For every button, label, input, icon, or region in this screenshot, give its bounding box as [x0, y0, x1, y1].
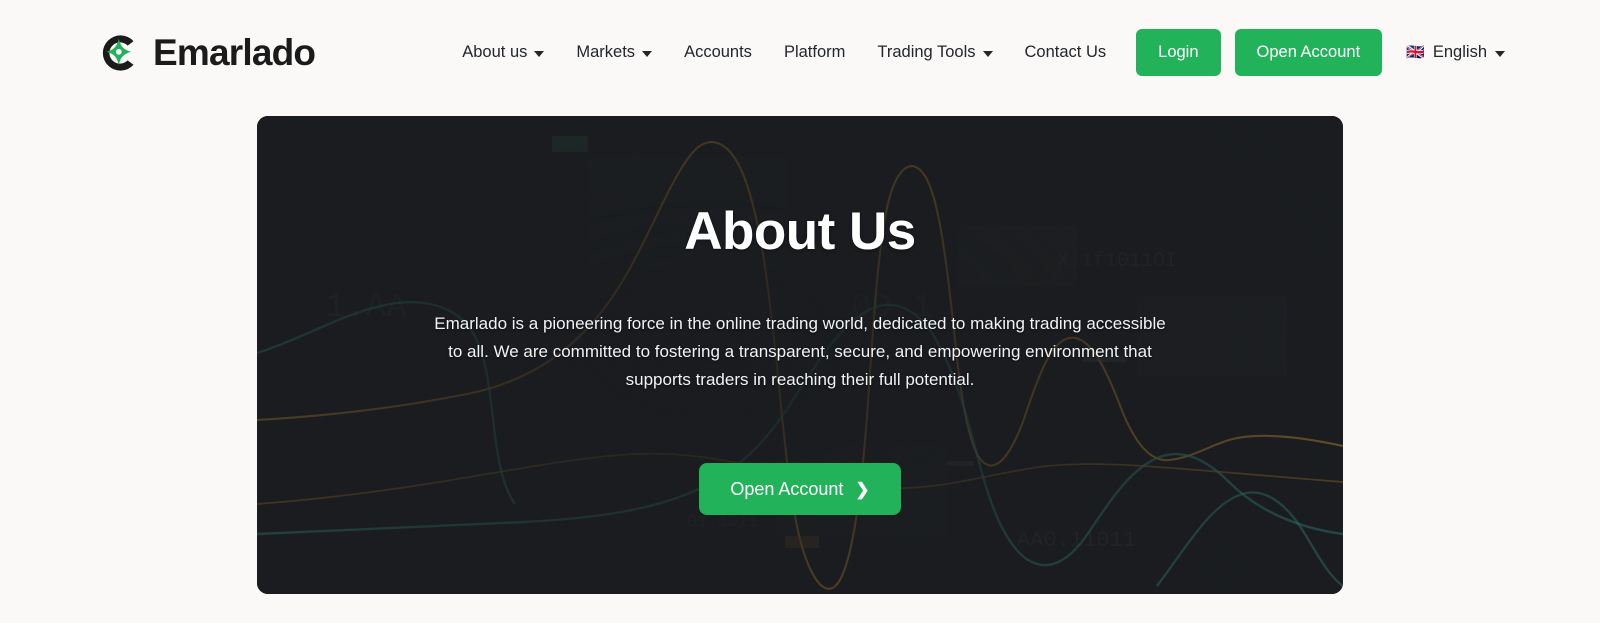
uk-flag-icon: 🇬🇧	[1406, 44, 1425, 61]
nav-item-label: About us	[462, 43, 528, 61]
chevron-down-icon	[534, 50, 545, 57]
open-account-button[interactable]: Open Account	[1234, 29, 1383, 76]
chevron-right-icon: ❯	[855, 479, 870, 499]
hero-content: About Us Emarlado is a pioneering force …	[257, 116, 1343, 594]
chevron-down-icon	[642, 50, 653, 57]
nav-item-label: Platform	[783, 43, 846, 61]
nav-item-platform[interactable]: Platform	[768, 31, 861, 75]
nav-item-markets[interactable]: Markets	[560, 31, 668, 75]
nav-item-accounts[interactable]: Accounts	[668, 31, 768, 75]
site-header: Emarlado About us Markets Accounts Platf…	[0, 0, 1600, 105]
hero-description: Emarlado is a pioneering force in the on…	[434, 314, 1166, 389]
nav-item-label: Trading Tools	[877, 43, 976, 61]
nav-item-label: Accounts	[684, 43, 752, 61]
nav-item-label: Markets	[576, 43, 636, 61]
chevron-down-icon	[1495, 50, 1505, 57]
nav-item-label: Contact Us	[1024, 43, 1107, 61]
emarlado-ring-star-logo-icon	[102, 34, 134, 71]
main-navigation: About us Markets Accounts Platform Tradi…	[446, 29, 1505, 76]
hero-open-account-button[interactable]: Open Account ❯	[699, 463, 901, 515]
login-button[interactable]: Login	[1136, 29, 1221, 76]
page-title: About Us	[684, 202, 916, 261]
about-us-hero-card: 1.AA 0D.1 X.1f1011OI AA0.11011 00.1101 0…	[257, 116, 1343, 594]
nav-item-about-us[interactable]: About us	[446, 31, 560, 75]
hero-section-wrapper: 1.AA 0D.1 X.1f1011OI AA0.11011 00.1101 0…	[0, 105, 1600, 594]
brand-name: Emarlado	[153, 32, 316, 73]
language-label: English	[1432, 43, 1487, 61]
nav-item-trading-tools[interactable]: Trading Tools	[861, 31, 1008, 75]
brand-logo-link[interactable]: Emarlado	[95, 29, 316, 77]
language-switcher[interactable]: 🇬🇧 English	[1406, 43, 1505, 62]
chevron-down-icon	[982, 50, 993, 57]
nav-item-contact-us[interactable]: Contact Us	[1009, 31, 1123, 75]
hero-cta-label: Open Account	[730, 478, 844, 499]
